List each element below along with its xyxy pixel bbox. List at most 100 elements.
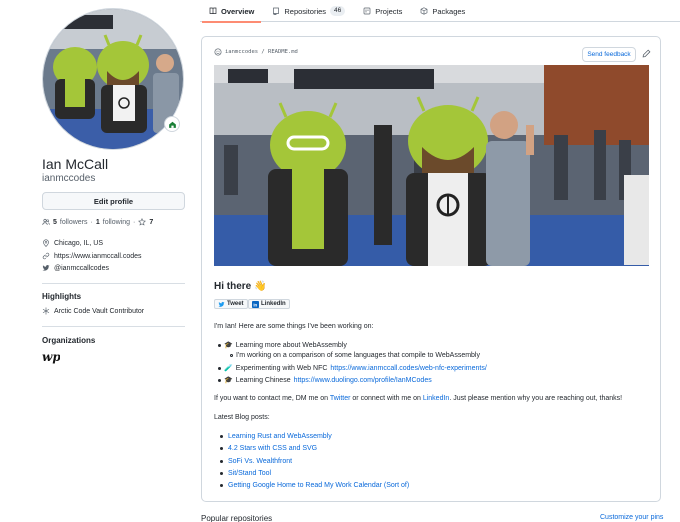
washington-post-logo[interactable]: wp (42, 350, 60, 364)
linkedin-badge[interactable]: in LinkedIn (248, 299, 290, 309)
list-item: 🎓 Learning more about WebAssembly (218, 341, 347, 349)
bullet-dot (220, 460, 223, 463)
send-feedback-button[interactable]: Send feedback (582, 47, 636, 62)
readme-box: ianmccodes / README.md Send feedback Hi … (201, 36, 661, 502)
bullet-dot (218, 343, 221, 347)
tab-projects-label: Projects (375, 6, 403, 16)
follow-stats: 5 followers · 1 following · 7 (42, 218, 153, 226)
following-count[interactable]: 1 (96, 219, 100, 226)
tab-repositories[interactable]: Repositories 46 (263, 0, 354, 22)
tweet-label: Tweet (227, 301, 244, 307)
blog-post-link[interactable]: 4.2 Stars with CSS and SVG (228, 445, 317, 452)
tab-repositories-label: Repositories (284, 6, 327, 16)
linkedin-label: LinkedIn (261, 301, 286, 307)
followers-label[interactable]: followers (60, 219, 88, 226)
contact-mid: or connect with me on (352, 395, 421, 402)
highlights-heading: Highlights (42, 292, 82, 301)
home-icon (168, 121, 176, 128)
test-tube-emoji: 🧪 (224, 365, 233, 372)
wave-emoji: 👋 (254, 281, 267, 292)
tab-packages-label: Packages (432, 6, 466, 16)
readme-path: ianmccodes / README.md (214, 48, 298, 56)
status-badge[interactable] (164, 116, 180, 132)
twitter-icon (42, 265, 50, 271)
contact-pre: If you want to contact me, DM me on (214, 395, 328, 402)
blog-post-item: 4.2 Stars with CSS and SVG (220, 445, 317, 452)
greeting-text: Hi there (214, 281, 252, 292)
list-item-text: I'm working on a comparison of some lang… (236, 352, 480, 359)
snowflake-icon (42, 307, 50, 315)
tab-overview[interactable]: Overview (200, 0, 263, 23)
contact-twitter-link[interactable]: Twitter (330, 395, 351, 402)
stars-count[interactable]: 7 (149, 219, 153, 226)
blog-post-link[interactable]: Sit/Stand Tool (228, 470, 271, 477)
repo-icon (273, 7, 280, 15)
profile-login: ianmccodes (42, 173, 96, 184)
location: Chicago, IL, US (42, 239, 103, 247)
tab-packages[interactable]: Packages (411, 0, 474, 22)
readme-hero-image (214, 65, 649, 266)
list-item: 🎓 Learning Chinese https://www.duolingo.… (218, 376, 432, 384)
tab-overview-label: Overview (221, 6, 255, 16)
bullet-dot (218, 366, 221, 370)
blog-post-link[interactable]: Learning Rust and WebAssembly (228, 433, 332, 440)
contact-linkedin-link[interactable]: LinkedIn (423, 395, 449, 402)
highlight-item[interactable]: Arctic Code Vault Contributor (42, 307, 144, 315)
organizations-heading: Organizations (42, 336, 96, 345)
tweet-badge[interactable]: Tweet (214, 299, 248, 309)
divider (42, 326, 185, 327)
website: https://www.ianmccall.codes (42, 252, 142, 260)
graduation-cap-emoji: 🎓 (224, 377, 233, 384)
svg-text:wp: wp (42, 350, 60, 364)
pencil-icon[interactable] (642, 49, 651, 58)
blog-post-link[interactable]: Getting Google Home to Read My Work Cale… (228, 482, 409, 489)
twitter: @ianmccallcodes (42, 264, 109, 272)
svg-text:in: in (253, 302, 257, 307)
link-icon (42, 252, 50, 260)
linkedin-icon: in (252, 300, 259, 308)
profile-name: Ian McCall (42, 156, 109, 172)
popular-repositories-heading: Popular repositories (201, 514, 273, 522)
location-icon (43, 239, 49, 247)
bullet-ring (230, 354, 233, 357)
people-icon (42, 218, 50, 226)
blog-heading: Latest Blog posts: (214, 414, 270, 421)
followers-count[interactable]: 5 (53, 219, 57, 226)
intro-text: I'm Ian! Here are some things I've been … (214, 323, 374, 330)
website-link[interactable]: https://www.ianmccall.codes (54, 253, 142, 260)
star-icon (138, 218, 147, 226)
following-label[interactable]: following (103, 219, 130, 226)
blog-post-item: SoFi Vs. Wealthfront (220, 458, 292, 465)
bullet-dot (220, 447, 223, 450)
book-icon (209, 7, 217, 15)
avatar[interactable] (42, 8, 184, 150)
highlight-label: Arctic Code Vault Contributor (54, 307, 145, 315)
blog-post-link[interactable]: SoFi Vs. Wealthfront (228, 458, 292, 465)
customize-pins-link[interactable]: Customize your pins (600, 514, 663, 521)
graduation-cap-emoji: 🎓 (224, 342, 233, 349)
list-item-text: Learning more about WebAssembly (235, 341, 347, 349)
smiley-icon (214, 48, 222, 56)
profile-tabs: Overview Repositories 46 Projects Packag… (200, 0, 680, 23)
divider (42, 283, 185, 284)
follow-separator: · (90, 218, 93, 226)
contact-post: . Just please mention why you are reachi… (449, 395, 623, 402)
bullet-dot (220, 484, 223, 487)
project-icon (363, 7, 371, 15)
list-item-text: Learning Chinese (235, 376, 291, 384)
contact-text: If you want to contact me, DM me on Twit… (214, 395, 622, 402)
list-item: 🧪 Experimenting with Web NFC https://www… (218, 364, 487, 372)
blog-post-item: Learning Rust and WebAssembly (220, 433, 332, 440)
twitter-link[interactable]: @ianmccallcodes (54, 265, 109, 272)
repositories-count: 46 (330, 6, 346, 16)
web-nfc-link[interactable]: https://www.ianmccall.codes/web-nfc-expe… (330, 365, 486, 372)
edit-profile-button[interactable]: Edit profile (42, 192, 185, 210)
bullet-dot (218, 378, 221, 382)
blog-post-item: Sit/Stand Tool (220, 470, 271, 477)
blog-post-item: Getting Google Home to Read My Work Cale… (220, 482, 409, 489)
bullet-dot (220, 435, 223, 438)
list-item-text: Experimenting with Web NFC (235, 364, 328, 372)
tab-projects[interactable]: Projects (354, 0, 411, 22)
duolingo-link[interactable]: https://www.duolingo.com/profile/IanMCod… (294, 377, 432, 384)
package-icon (421, 7, 428, 15)
